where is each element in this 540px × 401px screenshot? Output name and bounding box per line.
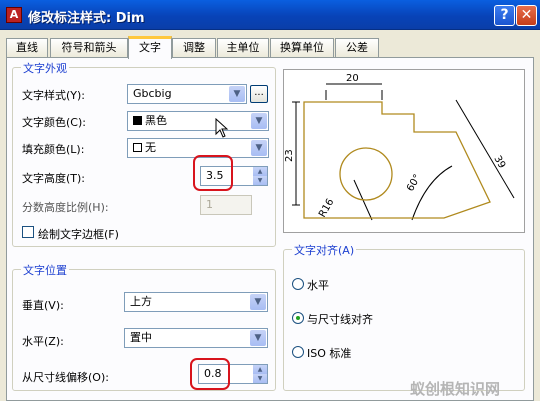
highlight-offset	[190, 358, 230, 390]
text-style-value: Gbcbig	[133, 87, 172, 100]
text-color-select[interactable]: 黑色 ▼	[127, 111, 269, 131]
fill-color-value: 无	[145, 141, 156, 154]
fill-color-label: 填充颜色(L):	[22, 143, 85, 156]
offset-label: 从尺寸线偏移(O):	[22, 371, 109, 384]
text-style-select[interactable]: Gbcbig ▼	[127, 84, 247, 104]
radio-iso-standard[interactable]	[292, 346, 304, 358]
spin-up-icon[interactable]: ▲	[253, 167, 267, 176]
window-title: 修改标注样式: Dim	[28, 11, 145, 26]
dimension-preview-drawing: 20 23 39 60° R16	[284, 73, 515, 221]
highlight-text-height	[193, 155, 233, 191]
tab-symbols-arrows[interactable]: 符号和箭头	[50, 38, 128, 58]
watermark-text: 蚁创根知识网	[410, 380, 501, 398]
text-frame-checkbox[interactable]	[22, 226, 34, 238]
help-button[interactable]: ?	[494, 5, 515, 26]
title-bar: A 修改标注样式: Dim ? ✕	[0, 0, 540, 30]
tab-primary-units[interactable]: 主单位	[217, 38, 269, 58]
vertical-value: 上方	[130, 295, 152, 308]
dim-diag-text: 39	[491, 154, 507, 171]
radio-iso-label: ISO 标准	[307, 347, 352, 360]
chevron-down-icon: ▼	[229, 86, 245, 102]
text-style-label: 文字样式(Y):	[22, 89, 86, 102]
tab-text[interactable]: 文字	[128, 36, 172, 59]
chevron-down-icon: ▼	[251, 113, 267, 129]
fraction-scale-label: 分数高度比例(H):	[22, 201, 109, 214]
text-height-label: 文字高度(T):	[22, 172, 86, 185]
vertical-select[interactable]: 上方 ▼	[124, 292, 268, 312]
fraction-scale-input[interactable]: 1	[200, 195, 252, 215]
dim-radius-text: R16	[317, 197, 336, 220]
tab-alternate-units[interactable]: 换算单位	[270, 38, 334, 58]
tab-fit[interactable]: 调整	[172, 38, 216, 58]
vertical-label: 垂直(V):	[22, 299, 64, 312]
spin-up-icon[interactable]: ▲	[253, 365, 267, 374]
tab-lines[interactable]: 直线	[6, 38, 48, 58]
close-button[interactable]: ✕	[516, 5, 537, 26]
spin-down-icon[interactable]: ▼	[253, 176, 267, 185]
text-color-label: 文字颜色(C):	[22, 116, 86, 129]
offset-spinner[interactable]: ▲ ▼	[253, 365, 267, 383]
dim-left-text: 23	[284, 149, 295, 162]
horizontal-value: 置中	[130, 331, 152, 344]
text-placement-title: 文字位置	[21, 262, 69, 278]
radio-aligned-with-dimline[interactable]	[292, 312, 304, 324]
fraction-scale-value: 1	[206, 198, 213, 211]
tab-tolerances[interactable]: 公差	[335, 38, 379, 58]
mouse-cursor-icon	[215, 118, 229, 138]
radio-horizontal-label: 水平	[307, 279, 329, 292]
text-alignment-title: 文字对齐(A)	[292, 242, 357, 258]
horizontal-select[interactable]: 置中 ▼	[124, 328, 268, 348]
chevron-down-icon: ▼	[250, 294, 266, 310]
radio-aligned-label: 与尺寸线对齐	[307, 313, 373, 326]
spin-down-icon[interactable]: ▼	[253, 374, 267, 383]
dim-top-text: 20	[346, 73, 359, 84]
text-style-browse-button[interactable]: ...	[250, 85, 268, 103]
color-swatch-icon	[133, 116, 142, 125]
radio-horizontal[interactable]	[292, 278, 304, 290]
chevron-down-icon: ▼	[250, 330, 266, 346]
text-frame-label: 绘制文字边框(F)	[38, 228, 119, 241]
fill-swatch-icon	[133, 143, 142, 152]
preview-pane: 20 23 39 60° R16	[283, 69, 525, 233]
text-color-value: 黑色	[145, 114, 167, 127]
dim-angle-text: 60°	[405, 173, 423, 194]
text-height-spinner[interactable]: ▲ ▼	[253, 167, 267, 185]
text-appearance-title: 文字外观	[21, 60, 69, 76]
chevron-down-icon: ▼	[251, 140, 267, 156]
horizontal-label: 水平(Z):	[22, 335, 64, 348]
app-icon: A	[6, 7, 22, 23]
